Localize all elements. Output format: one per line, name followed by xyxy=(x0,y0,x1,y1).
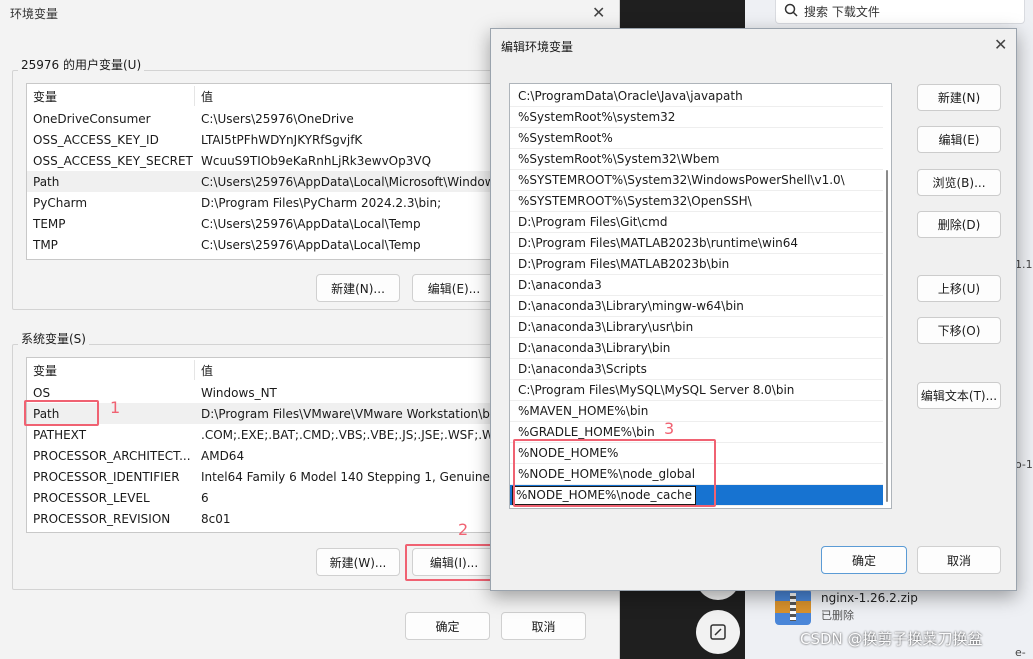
var-value: WcuuS9TIOb9eKaRnhLjRk3ewvOp3VQ xyxy=(201,153,432,168)
var-value: C:\Users\25976\AppData\Local\Microsoft\W… xyxy=(201,174,531,189)
side-fragment: o-1 xyxy=(1015,458,1033,471)
zip-file-icon xyxy=(775,589,811,625)
list-item[interactable]: D:\Program Files\MATLAB2023b\runtime\win… xyxy=(510,233,884,254)
var-name: PATHEXT xyxy=(33,427,87,442)
annotation-number: 1 xyxy=(110,398,121,417)
var-name: PROCESSOR_LEVEL xyxy=(33,490,150,505)
var-value: AMD64 xyxy=(201,448,245,463)
annotation-number: 2 xyxy=(458,520,469,539)
browse-button[interactable]: 浏览(B)... xyxy=(917,169,1001,196)
list-item[interactable]: %SystemRoot%\System32\Wbem xyxy=(510,149,884,170)
delete-button[interactable]: 删除(D) xyxy=(917,211,1001,238)
system-vars-label: 系统变量(S) xyxy=(18,330,89,347)
var-value: LTAI5tPFhWDYnJKYRfSgvjfK xyxy=(201,132,363,147)
var-value: C:\Users\25976\OneDrive xyxy=(201,111,354,126)
move-up-button[interactable]: 上移(U) xyxy=(917,275,1001,302)
var-name: PROCESSOR_IDENTIFIER xyxy=(33,469,180,484)
column-header-variable[interactable]: 变量 xyxy=(33,362,57,379)
search-placeholder: 搜索 下载文件 xyxy=(804,5,880,19)
edit-env-var-dialog: 编辑环境变量 ✕ C:\ProgramData\Oracle\Java\java… xyxy=(490,28,1017,591)
cancel-button[interactable]: 取消 xyxy=(501,612,586,640)
dialog-title: 编辑环境变量 xyxy=(501,40,574,54)
var-value: Windows_NT xyxy=(201,385,277,400)
var-value: C:\Users\25976\AppData\Local\Temp xyxy=(201,237,421,252)
search-icon xyxy=(784,3,798,20)
list-item[interactable]: D:\Program Files\Git\cmd xyxy=(510,212,884,233)
var-name: OSS_ACCESS_KEY_SECRET xyxy=(33,153,193,168)
file-status: 已删除 xyxy=(821,609,854,622)
list-item[interactable]: C:\Program Files\MySQL\MySQL Server 8.0\… xyxy=(510,380,884,401)
column-header-value[interactable]: 值 xyxy=(201,362,213,379)
list-item[interactable]: %SystemRoot% xyxy=(510,128,884,149)
var-name: TMP xyxy=(33,237,58,252)
dialog-ok-button[interactable]: 确定 xyxy=(821,546,907,574)
list-item[interactable]: %SystemRoot%\system32 xyxy=(510,107,884,128)
annotation-box-path xyxy=(24,400,99,426)
var-name: TEMP xyxy=(33,216,66,231)
close-icon[interactable]: ✕ xyxy=(592,3,605,22)
var-name: Path xyxy=(33,174,60,189)
close-icon[interactable]: ✕ xyxy=(994,35,1007,54)
var-value: Intel64 Family 6 Model 140 Stepping 1, G… xyxy=(201,469,517,484)
list-item[interactable]: C:\ProgramData\Oracle\Java\javapath xyxy=(510,86,884,107)
side-fragment: e- xyxy=(1015,646,1026,659)
explorer-search-input[interactable]: 搜索 下载文件 xyxy=(775,0,1025,24)
list-item[interactable]: %SYSTEMROOT%\System32\OpenSSH\ xyxy=(510,191,884,212)
list-item[interactable]: D:\anaconda3 xyxy=(510,275,884,296)
user-edit-button[interactable]: 编辑(E)... xyxy=(412,274,496,302)
var-value: C:\Users\25976\AppData\Local\Temp xyxy=(201,216,421,231)
new-button[interactable]: 新建(N) xyxy=(917,84,1001,111)
side-fragment: 1.1 xyxy=(1015,258,1033,271)
file-name: nginx-1.26.2.zip xyxy=(821,591,918,605)
edit-text-button[interactable]: 编辑文本(T)... xyxy=(917,382,1001,409)
var-name: OneDriveConsumer xyxy=(33,111,151,126)
watermark: CSDN @换剪子换菜刀换盆 xyxy=(800,630,983,648)
window-title: 环境变量 xyxy=(10,7,59,21)
annotation-box-node-paths xyxy=(513,439,716,507)
user-vars-label: 25976 的用户变量(U) xyxy=(18,56,145,73)
column-header-value[interactable]: 值 xyxy=(201,88,213,105)
list-item[interactable]: D:\anaconda3\Library\mingw-w64\bin xyxy=(510,296,884,317)
edit-button[interactable]: 编辑(E) xyxy=(917,126,1001,153)
var-name: PROCESSOR_REVISION xyxy=(33,511,171,526)
column-header-variable[interactable]: 变量 xyxy=(33,88,57,105)
list-item[interactable]: %SYSTEMROOT%\System32\WindowsPowerShell\… xyxy=(510,170,884,191)
list-item[interactable]: D:\anaconda3\Library\bin xyxy=(510,338,884,359)
var-value: D:\Program Files\PyCharm 2024.2.3\bin; xyxy=(201,195,442,210)
var-name: PyCharm xyxy=(33,195,88,210)
list-item[interactable]: D:\anaconda3\Library\usr\bin xyxy=(510,317,884,338)
var-name: OSS_ACCESS_KEY_ID xyxy=(33,132,159,147)
scrollbar[interactable] xyxy=(883,84,891,508)
var-value: 8c01 xyxy=(201,511,231,526)
dialog-cancel-button[interactable]: 取消 xyxy=(917,546,1001,574)
scrollbar-thumb[interactable] xyxy=(886,170,888,502)
var-name: OS xyxy=(33,385,51,400)
user-new-button[interactable]: 新建(N)... xyxy=(316,274,400,302)
list-item[interactable]: D:\Program Files\MATLAB2023b\bin xyxy=(510,254,884,275)
annotation-number: 3 xyxy=(664,419,675,438)
var-name: PROCESSOR_ARCHITECT... xyxy=(33,448,191,463)
move-down-button[interactable]: 下移(O) xyxy=(917,317,1001,344)
ok-button[interactable]: 确定 xyxy=(405,612,490,640)
edit-icon[interactable] xyxy=(696,610,740,654)
list-item[interactable]: %MAVEN_HOME%\bin xyxy=(510,401,884,422)
list-item[interactable]: D:\anaconda3\Scripts xyxy=(510,359,884,380)
var-value: 6 xyxy=(201,490,209,505)
system-new-button[interactable]: 新建(W)... xyxy=(316,548,400,576)
var-value: D:\Program Files\VMware\VMware Workstati… xyxy=(201,406,505,421)
